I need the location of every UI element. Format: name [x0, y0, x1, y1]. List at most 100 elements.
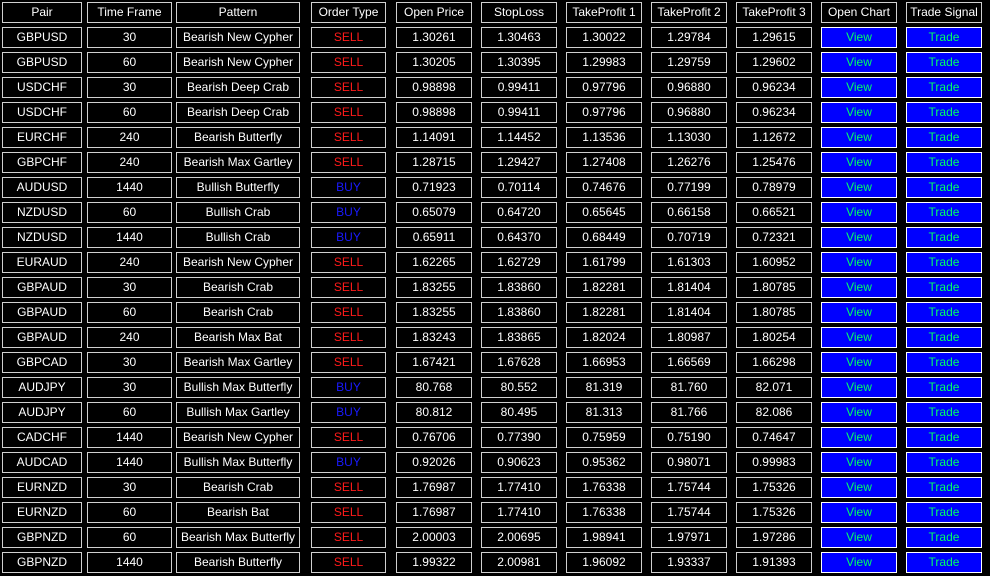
open-chart-button[interactable]: View	[821, 352, 897, 373]
trade-signal-button[interactable]: Trade	[906, 527, 982, 548]
takeprofit-3-cell: 1.75326	[736, 477, 812, 498]
takeprofit-1-cell: 0.97796	[566, 102, 642, 123]
order-type-cell: SELL	[311, 127, 386, 148]
open-chart-button[interactable]: View	[821, 152, 897, 173]
trade-signal-button[interactable]: Trade	[906, 277, 982, 298]
pattern-cell: Bullish Crab	[176, 227, 300, 248]
trade-signal-button[interactable]: Trade	[906, 327, 982, 348]
trade-signal-button[interactable]: Trade	[906, 502, 982, 523]
open-chart-button[interactable]: View	[821, 277, 897, 298]
trade-signal-button[interactable]: Trade	[906, 127, 982, 148]
takeprofit-3-cell: 1.60952	[736, 252, 812, 273]
pattern-cell: Bearish New Cypher	[176, 427, 300, 448]
order-type-cell: BUY	[311, 177, 386, 198]
trade-signal-button[interactable]: Trade	[906, 77, 982, 98]
takeprofit-3-cell: 1.29602	[736, 52, 812, 73]
open-chart-button[interactable]: View	[821, 227, 897, 248]
trade-signal-button[interactable]: Trade	[906, 252, 982, 273]
open-chart-button[interactable]: View	[821, 52, 897, 73]
pair-cell: USDCHF	[2, 102, 82, 123]
takeprofit-2-cell: 1.61303	[651, 252, 727, 273]
takeprofit-3-cell: 1.91393	[736, 552, 812, 573]
trade-signal-button[interactable]: Trade	[906, 227, 982, 248]
open-chart-button[interactable]: View	[821, 302, 897, 323]
takeprofit-1-cell: 1.82024	[566, 327, 642, 348]
pattern-cell: Bearish Butterfly	[176, 552, 300, 573]
open-chart-button[interactable]: View	[821, 177, 897, 198]
stoploss-cell: 1.29427	[481, 152, 557, 173]
header-takeprofit-3: TakeProfit 3	[736, 2, 812, 23]
takeprofit-1-cell: 0.68449	[566, 227, 642, 248]
order-type-cell: SELL	[311, 552, 386, 573]
pattern-cell: Bullish Max Gartley	[176, 402, 300, 423]
timeframe-cell: 240	[87, 127, 172, 148]
open-chart-button[interactable]: View	[821, 452, 897, 473]
takeprofit-1-cell: 0.75959	[566, 427, 642, 448]
takeprofit-3-cell: 82.086	[736, 402, 812, 423]
timeframe-cell: 1440	[87, 227, 172, 248]
takeprofit-2-cell: 0.98071	[651, 452, 727, 473]
trade-signal-button[interactable]: Trade	[906, 27, 982, 48]
stoploss-cell: 1.67628	[481, 352, 557, 373]
takeprofit-2-cell: 1.81404	[651, 302, 727, 323]
open-chart-button[interactable]: View	[821, 402, 897, 423]
trade-signal-button[interactable]: Trade	[906, 552, 982, 573]
timeframe-cell: 60	[87, 527, 172, 548]
pair-cell: AUDJPY	[2, 402, 82, 423]
order-type-cell: BUY	[311, 202, 386, 223]
trade-signal-button[interactable]: Trade	[906, 352, 982, 373]
takeprofit-2-cell: 1.75744	[651, 477, 727, 498]
open-chart-button[interactable]: View	[821, 527, 897, 548]
pattern-cell: Bearish Max Gartley	[176, 152, 300, 173]
timeframe-cell: 30	[87, 77, 172, 98]
pattern-cell: Bearish Crab	[176, 477, 300, 498]
open-chart-button[interactable]: View	[821, 477, 897, 498]
pair-cell: EURCHF	[2, 127, 82, 148]
trade-signal-button[interactable]: Trade	[906, 202, 982, 223]
signal-table: Pair Time Frame Pattern Order Type Open Pric…	[0, 0, 990, 576]
trade-signal-button[interactable]: Trade	[906, 377, 982, 398]
takeprofit-1-cell: 1.27408	[566, 152, 642, 173]
pattern-cell: Bearish Deep Crab	[176, 102, 300, 123]
open-chart-button[interactable]: View	[821, 552, 897, 573]
open-chart-button[interactable]: View	[821, 202, 897, 223]
open-chart-button[interactable]: View	[821, 77, 897, 98]
open-chart-button[interactable]: View	[821, 102, 897, 123]
takeprofit-2-cell: 0.96880	[651, 102, 727, 123]
takeprofit-3-cell: 1.25476	[736, 152, 812, 173]
trade-signal-button[interactable]: Trade	[906, 152, 982, 173]
order-type-cell: BUY	[311, 377, 386, 398]
takeprofit-1-cell: 1.82281	[566, 302, 642, 323]
header-open-chart: Open Chart	[821, 2, 897, 23]
pair-cell: NZDUSD	[2, 202, 82, 223]
pattern-cell: Bearish New Cypher	[176, 252, 300, 273]
timeframe-cell: 60	[87, 402, 172, 423]
takeprofit-3-cell: 0.96234	[736, 102, 812, 123]
header-pattern: Pattern	[176, 2, 300, 23]
trade-signal-button[interactable]: Trade	[906, 452, 982, 473]
trade-signal-button[interactable]: Trade	[906, 102, 982, 123]
takeprofit-1-cell: 1.66953	[566, 352, 642, 373]
trade-signal-button[interactable]: Trade	[906, 52, 982, 73]
stoploss-cell: 1.83860	[481, 302, 557, 323]
trade-signal-button[interactable]: Trade	[906, 477, 982, 498]
trade-signal-button[interactable]: Trade	[906, 302, 982, 323]
takeprofit-2-cell: 1.93337	[651, 552, 727, 573]
takeprofit-2-cell: 1.81404	[651, 277, 727, 298]
open-chart-button[interactable]: View	[821, 502, 897, 523]
takeprofit-3-cell: 0.66521	[736, 202, 812, 223]
open-chart-button[interactable]: View	[821, 427, 897, 448]
stoploss-cell: 1.30395	[481, 52, 557, 73]
takeprofit-3-cell: 1.80254	[736, 327, 812, 348]
trade-signal-button[interactable]: Trade	[906, 427, 982, 448]
open-chart-button[interactable]: View	[821, 327, 897, 348]
trade-signal-button[interactable]: Trade	[906, 177, 982, 198]
takeprofit-2-cell: 1.13030	[651, 127, 727, 148]
open-chart-button[interactable]: View	[821, 377, 897, 398]
open-chart-button[interactable]: View	[821, 27, 897, 48]
pair-cell: EURNZD	[2, 502, 82, 523]
open-chart-button[interactable]: View	[821, 252, 897, 273]
trade-signal-button[interactable]: Trade	[906, 402, 982, 423]
open-chart-button[interactable]: View	[821, 127, 897, 148]
pattern-cell: Bearish Max Bat	[176, 327, 300, 348]
